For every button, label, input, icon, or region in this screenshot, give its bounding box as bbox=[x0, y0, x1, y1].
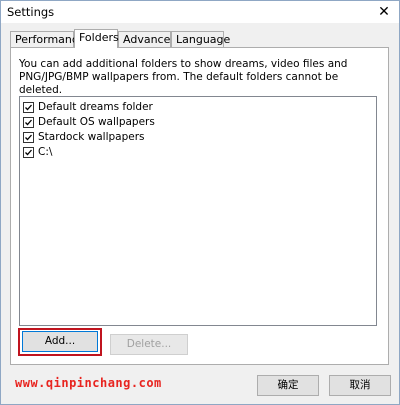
title-bar: Settings ✕ bbox=[1, 1, 399, 23]
tab-performance[interactable]: Performance bbox=[10, 31, 85, 47]
list-item[interactable]: Default dreams folder bbox=[20, 100, 376, 115]
list-item[interactable]: Stardock wallpapers bbox=[20, 130, 376, 145]
tab-language[interactable]: Language bbox=[171, 31, 230, 47]
folders-description: You can add additional folders to show d… bbox=[19, 58, 348, 96]
ok-button[interactable]: 确定 bbox=[257, 375, 319, 396]
tab-advanced[interactable]: Advanced bbox=[118, 31, 177, 47]
list-item-label: C:\ bbox=[38, 146, 53, 158]
settings-window: Settings ✕ Performance Folders Advanced … bbox=[0, 0, 400, 405]
tab-folders[interactable]: Folders bbox=[74, 29, 119, 48]
checkbox[interactable] bbox=[23, 117, 34, 128]
watermark-text: www.qinpinchang.com bbox=[15, 376, 162, 390]
checkmark-icon bbox=[25, 134, 32, 141]
folder-list[interactable]: Default dreams folder Default OS wallpap… bbox=[19, 96, 377, 326]
checkmark-icon bbox=[25, 149, 32, 156]
checkmark-icon bbox=[25, 104, 32, 111]
close-icon[interactable]: ✕ bbox=[375, 3, 393, 21]
list-item-label: Stardock wallpapers bbox=[38, 131, 145, 143]
checkmark-icon bbox=[25, 119, 32, 126]
checkbox[interactable] bbox=[23, 102, 34, 113]
cancel-button[interactable]: 取消 bbox=[329, 375, 391, 396]
list-item-label: Default OS wallpapers bbox=[38, 116, 155, 128]
list-item-label: Default dreams folder bbox=[38, 101, 153, 113]
delete-folder-button[interactable]: Delete... bbox=[110, 334, 188, 355]
add-folder-button[interactable]: Add... bbox=[22, 331, 98, 352]
list-item[interactable]: Default OS wallpapers bbox=[20, 115, 376, 130]
folders-panel: You can add additional folders to show d… bbox=[10, 47, 389, 365]
window-title: Settings bbox=[7, 5, 55, 19]
checkbox[interactable] bbox=[23, 132, 34, 143]
list-item[interactable]: C:\ bbox=[20, 145, 376, 160]
checkbox[interactable] bbox=[23, 147, 34, 158]
